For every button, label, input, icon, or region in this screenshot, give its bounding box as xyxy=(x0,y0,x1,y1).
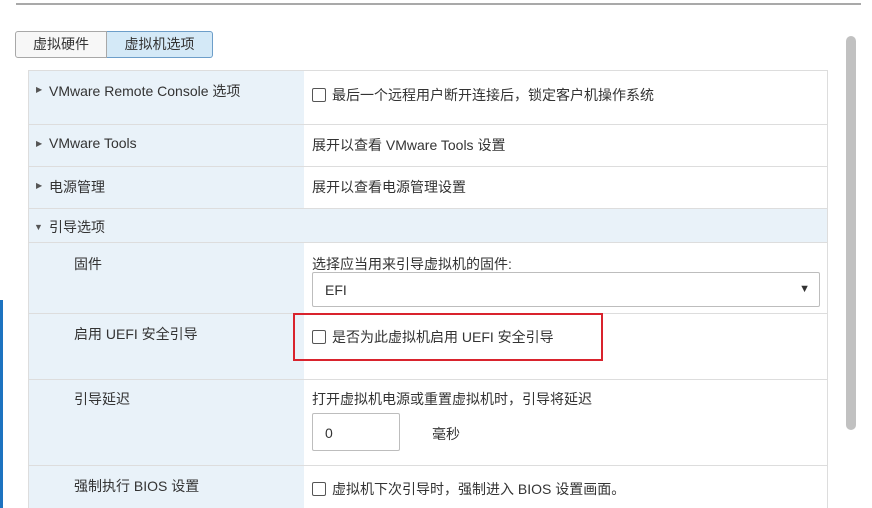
firmware-selected-value: EFI xyxy=(325,282,347,298)
vmrc-lock-checkbox[interactable] xyxy=(312,88,326,102)
vmrc-lock-option[interactable]: 最后一个远程用户断开连接后，锁定客户机操作系统 xyxy=(312,85,654,105)
vm-options-grid: ▶ VMware Remote Console 选项 最后一个远程用户断开连接后… xyxy=(28,70,828,508)
row-label: 强制执行 BIOS 设置 xyxy=(74,478,200,494)
row-force-bios-label-cell: 强制执行 BIOS 设置 xyxy=(29,466,304,508)
row-boot-delay: 引导延迟 打开虚拟机电源或重置虚拟机时，引导将延迟 0 毫秒 xyxy=(29,380,827,466)
row-vmware-tools: ▶ VMware Tools 展开以查看 VMware Tools 设置 xyxy=(29,125,827,167)
row-secure-boot-label-cell: 启用 UEFI 安全引导 xyxy=(29,314,304,379)
power-summary: 展开以查看电源管理设置 xyxy=(312,179,466,195)
row-firmware-value-cell: 选择应当用来引导虚拟机的固件: EFI ▼ xyxy=(304,243,827,313)
force-bios-label: 虚拟机下次引导时，强制进入 BIOS 设置画面。 xyxy=(332,481,626,497)
row-vmrc: ▶ VMware Remote Console 选项 最后一个远程用户断开连接后… xyxy=(29,71,827,125)
caret-right-icon[interactable]: ▶ xyxy=(36,139,42,148)
row-label: 引导选项 xyxy=(49,219,105,235)
row-power-value-cell: 展开以查看电源管理设置 xyxy=(304,167,827,208)
secure-boot-highlight-box xyxy=(293,313,603,361)
row-firmware: 固件 选择应当用来引导虚拟机的固件: EFI ▼ xyxy=(29,243,827,314)
row-vmware-tools-value-cell: 展开以查看 VMware Tools 设置 xyxy=(304,125,827,166)
row-vmrc-value-cell: 最后一个远程用户断开连接后，锁定客户机操作系统 xyxy=(304,71,827,124)
tab-virtual-hardware[interactable]: 虚拟硬件 xyxy=(15,31,107,58)
row-boot-delay-label-cell: 引导延迟 xyxy=(29,380,304,465)
row-label: VMware Tools xyxy=(49,135,137,151)
window-left-edge xyxy=(0,300,3,508)
vertical-scrollbar[interactable] xyxy=(846,36,856,430)
row-force-bios: 强制执行 BIOS 设置 虚拟机下次引导时，强制进入 BIOS 设置画面。 xyxy=(29,466,827,508)
row-power-management: ▶ 电源管理 展开以查看电源管理设置 xyxy=(29,167,827,209)
caret-down-icon[interactable]: ▼ xyxy=(34,222,43,232)
force-bios-checkbox[interactable] xyxy=(312,482,326,496)
firmware-select[interactable]: EFI ▼ xyxy=(312,272,820,307)
row-label: 电源管理 xyxy=(49,179,105,195)
row-vmrc-label-cell[interactable]: ▶ VMware Remote Console 选项 xyxy=(29,71,304,124)
firmware-description: 选择应当用来引导虚拟机的固件: xyxy=(312,256,512,272)
tab-vm-options[interactable]: 虚拟机选项 xyxy=(107,31,213,58)
row-power-label-cell[interactable]: ▶ 电源管理 xyxy=(29,167,304,208)
vmrc-lock-label: 最后一个远程用户断开连接后，锁定客户机操作系统 xyxy=(332,87,654,103)
row-label: 固件 xyxy=(74,256,102,272)
row-firmware-label-cell: 固件 xyxy=(29,243,304,313)
row-boot-delay-value-cell: 打开虚拟机电源或重置虚拟机时，引导将延迟 0 毫秒 xyxy=(304,380,827,465)
row-label: VMware Remote Console 选项 xyxy=(49,83,241,99)
row-boot-label-cell[interactable]: ▼ 引导选项 xyxy=(29,209,304,242)
vmware-tools-summary: 展开以查看 VMware Tools 设置 xyxy=(312,137,506,153)
dropdown-arrow-icon: ▼ xyxy=(799,283,810,295)
row-boot-options: ▼ 引导选项 xyxy=(29,209,827,243)
row-vmware-tools-label-cell[interactable]: ▶ VMware Tools xyxy=(29,125,304,166)
boot-delay-unit: 毫秒 xyxy=(432,426,460,442)
row-label: 引导延迟 xyxy=(74,391,130,407)
tab-bar: 虚拟硬件 虚拟机选项 xyxy=(15,31,213,58)
row-label: 启用 UEFI 安全引导 xyxy=(74,326,198,342)
row-boot-value-cell xyxy=(304,209,827,242)
force-bios-option[interactable]: 虚拟机下次引导时，强制进入 BIOS 设置画面。 xyxy=(312,479,625,499)
boot-delay-value: 0 xyxy=(325,425,333,441)
boot-delay-input[interactable]: 0 xyxy=(312,413,400,451)
boot-delay-description: 打开虚拟机电源或重置虚拟机时，引导将延迟 xyxy=(312,391,592,407)
caret-right-icon[interactable]: ▶ xyxy=(36,181,42,190)
row-force-bios-value-cell: 虚拟机下次引导时，强制进入 BIOS 设置画面。 xyxy=(304,466,827,508)
top-divider xyxy=(16,3,861,5)
caret-right-icon[interactable]: ▶ xyxy=(36,85,42,94)
